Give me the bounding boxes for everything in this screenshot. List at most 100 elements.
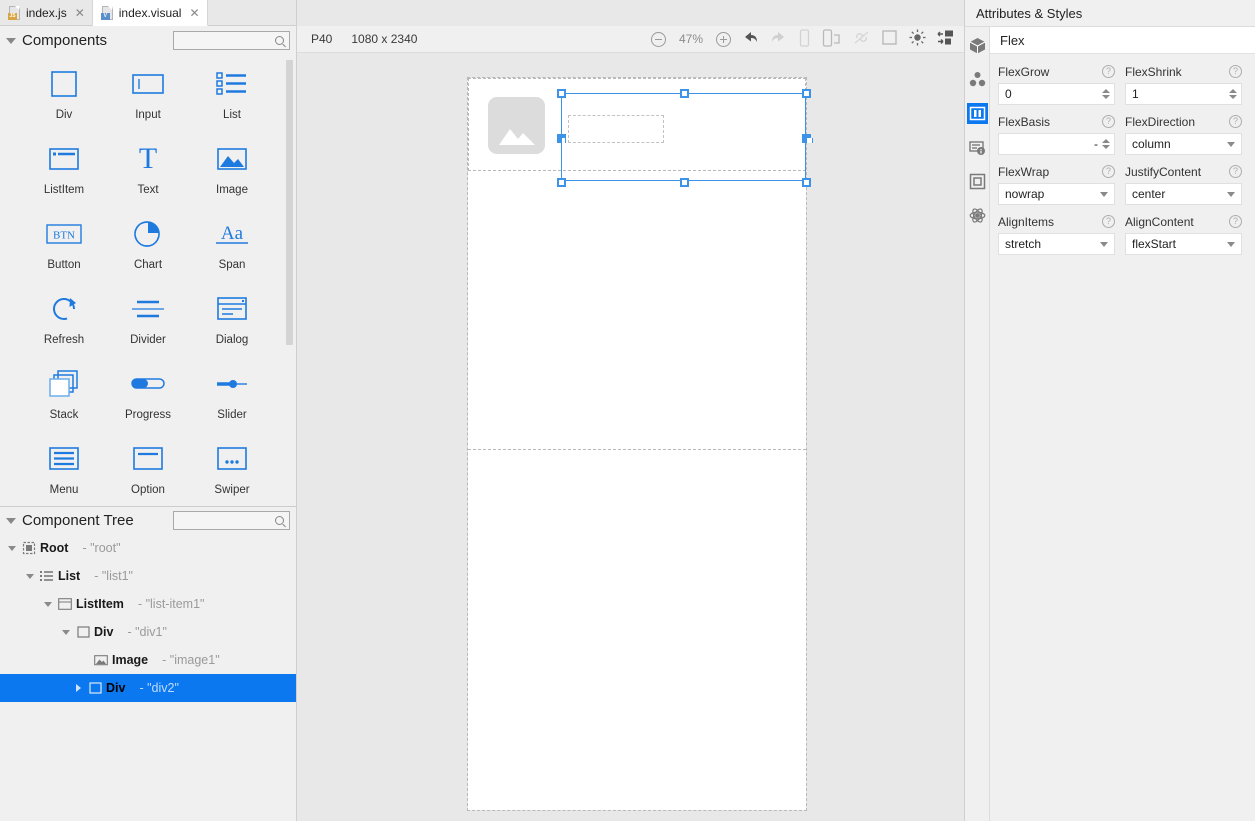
resize-handle-se[interactable] xyxy=(802,178,811,187)
component-label: Refresh xyxy=(44,334,84,346)
brightness-icon[interactable] xyxy=(909,29,926,49)
component-progress[interactable]: Progress xyxy=(106,366,190,441)
twisty-down-icon[interactable] xyxy=(4,546,20,551)
box-icon[interactable] xyxy=(967,171,988,192)
chevron-down-icon[interactable] xyxy=(1100,192,1108,197)
cube-icon[interactable] xyxy=(967,35,988,56)
chevron-down-icon[interactable] xyxy=(1227,192,1235,197)
flexwrap-select[interactable]: nowrap xyxy=(998,183,1115,205)
frame-icon[interactable] xyxy=(881,29,898,49)
component-input[interactable]: Input xyxy=(106,66,190,141)
tab-index-visual[interactable]: V index.visual ✕ xyxy=(93,0,208,26)
property-flexbasis: FlexBasis ? - xyxy=(998,112,1115,155)
component-text[interactable]: T Text xyxy=(106,141,190,216)
component-listitem[interactable]: ListItem xyxy=(22,141,106,216)
layout-icon[interactable] xyxy=(937,29,955,49)
component-button[interactable]: BTN Button xyxy=(22,216,106,291)
chevron-down-icon[interactable] xyxy=(1100,242,1108,247)
help-icon[interactable]: ? xyxy=(1229,115,1242,128)
components-scrollbar-thumb[interactable] xyxy=(286,60,293,345)
resize-handle-nw[interactable] xyxy=(557,89,566,98)
nodes-icon[interactable] xyxy=(967,69,988,90)
component-stack[interactable]: Stack xyxy=(22,366,106,441)
chevron-down-icon[interactable] xyxy=(1227,242,1235,247)
help-icon[interactable]: ? xyxy=(1229,65,1242,78)
justifycontent-select[interactable]: center xyxy=(1125,183,1242,205)
flexdirection-select[interactable]: column xyxy=(1125,133,1242,155)
list-item-preview[interactable] xyxy=(468,78,806,171)
help-icon[interactable]: ? xyxy=(1102,115,1115,128)
tree-node-listitem[interactable]: ListItem - "list-item1" xyxy=(0,590,296,618)
device-preview-frame[interactable] xyxy=(468,78,806,810)
aligncontent-select[interactable]: flexStart xyxy=(1125,233,1242,255)
rotate-device-icon[interactable] xyxy=(822,29,842,50)
resize-handle-w[interactable] xyxy=(557,134,566,143)
tree-node-id: - "image1" xyxy=(162,653,220,667)
component-div[interactable]: Div xyxy=(22,66,106,141)
twisty-down-icon[interactable] xyxy=(58,630,74,635)
link-icon[interactable] xyxy=(853,29,870,49)
stepper-icon[interactable] xyxy=(1102,89,1110,99)
zoom-in-icon[interactable] xyxy=(716,32,731,47)
close-icon[interactable]: ✕ xyxy=(75,7,85,19)
stepper-icon[interactable] xyxy=(1102,139,1110,149)
component-divider[interactable]: Divider xyxy=(106,291,190,366)
canvas-toolbar-controls: 47% xyxy=(651,29,955,50)
twisty-right-icon[interactable] xyxy=(70,684,86,692)
atom-icon[interactable] xyxy=(967,205,988,226)
event-info-icon[interactable] xyxy=(967,137,988,158)
tree-node-id: - "list-item1" xyxy=(138,597,205,611)
chevron-down-icon[interactable] xyxy=(1227,142,1235,147)
help-icon[interactable]: ? xyxy=(1229,165,1242,178)
component-list[interactable]: List xyxy=(190,66,274,141)
tree-node-root[interactable]: Root - "root" xyxy=(0,534,296,562)
help-icon[interactable]: ? xyxy=(1102,215,1115,228)
resize-handle-n[interactable] xyxy=(680,89,689,98)
twisty-down-icon[interactable] xyxy=(40,602,56,607)
help-icon[interactable]: ? xyxy=(1229,215,1242,228)
collapse-caret-icon[interactable] xyxy=(6,38,16,44)
component-image[interactable]: Image xyxy=(190,141,274,216)
resize-handle-e[interactable] xyxy=(802,134,811,143)
option-icon xyxy=(132,441,164,477)
tree-node-list[interactable]: List - "list1" xyxy=(0,562,296,590)
component-slider[interactable]: Slider xyxy=(190,366,274,441)
tree-node-div2[interactable]: Div - "div2" xyxy=(0,674,296,702)
component-tree-search-input[interactable] xyxy=(173,511,290,530)
flexgrow-input[interactable]: 0 xyxy=(998,83,1115,105)
close-icon[interactable]: ✕ xyxy=(189,7,199,19)
component-dialog[interactable]: Dialog xyxy=(190,291,274,366)
twisty-down-icon[interactable] xyxy=(22,574,38,579)
image-placeholder[interactable] xyxy=(488,97,545,154)
resize-handle-sw[interactable] xyxy=(557,178,566,187)
resize-handle-s[interactable] xyxy=(680,178,689,187)
selected-element-outline[interactable] xyxy=(561,93,806,181)
flexshrink-input[interactable]: 1 xyxy=(1125,83,1242,105)
div-icon xyxy=(49,66,79,102)
component-chart[interactable]: Chart xyxy=(106,216,190,291)
resize-handle-ne[interactable] xyxy=(802,89,811,98)
tree-node-div1[interactable]: Div - "div1" xyxy=(0,618,296,646)
help-icon[interactable]: ? xyxy=(1102,165,1115,178)
flexbasis-input[interactable]: - xyxy=(998,133,1115,155)
components-grid: Div Input xyxy=(0,54,296,506)
flex-icon[interactable] xyxy=(967,103,988,124)
alignitems-select[interactable]: stretch xyxy=(998,233,1115,255)
component-refresh[interactable]: Refresh xyxy=(22,291,106,366)
component-span[interactable]: Aa Span xyxy=(190,216,274,291)
child-element-outline[interactable] xyxy=(568,115,664,143)
component-menu[interactable]: Menu xyxy=(22,441,106,506)
portrait-device-icon[interactable] xyxy=(798,29,811,50)
component-option[interactable]: Option xyxy=(106,441,190,506)
help-icon[interactable]: ? xyxy=(1102,65,1115,78)
component-swiper[interactable]: Swiper xyxy=(190,441,274,506)
stepper-icon[interactable] xyxy=(1229,89,1237,99)
tab-index-js[interactable]: JS index.js ✕ xyxy=(0,0,93,26)
tree-node-image1[interactable]: Image - "image1" xyxy=(0,646,296,674)
zoom-out-icon[interactable] xyxy=(651,32,666,47)
undo-icon[interactable] xyxy=(742,30,759,48)
canvas-stage[interactable] xyxy=(297,54,965,821)
collapse-caret-icon[interactable] xyxy=(6,518,16,524)
components-search-input[interactable] xyxy=(173,31,290,50)
list-container[interactable] xyxy=(468,78,806,450)
